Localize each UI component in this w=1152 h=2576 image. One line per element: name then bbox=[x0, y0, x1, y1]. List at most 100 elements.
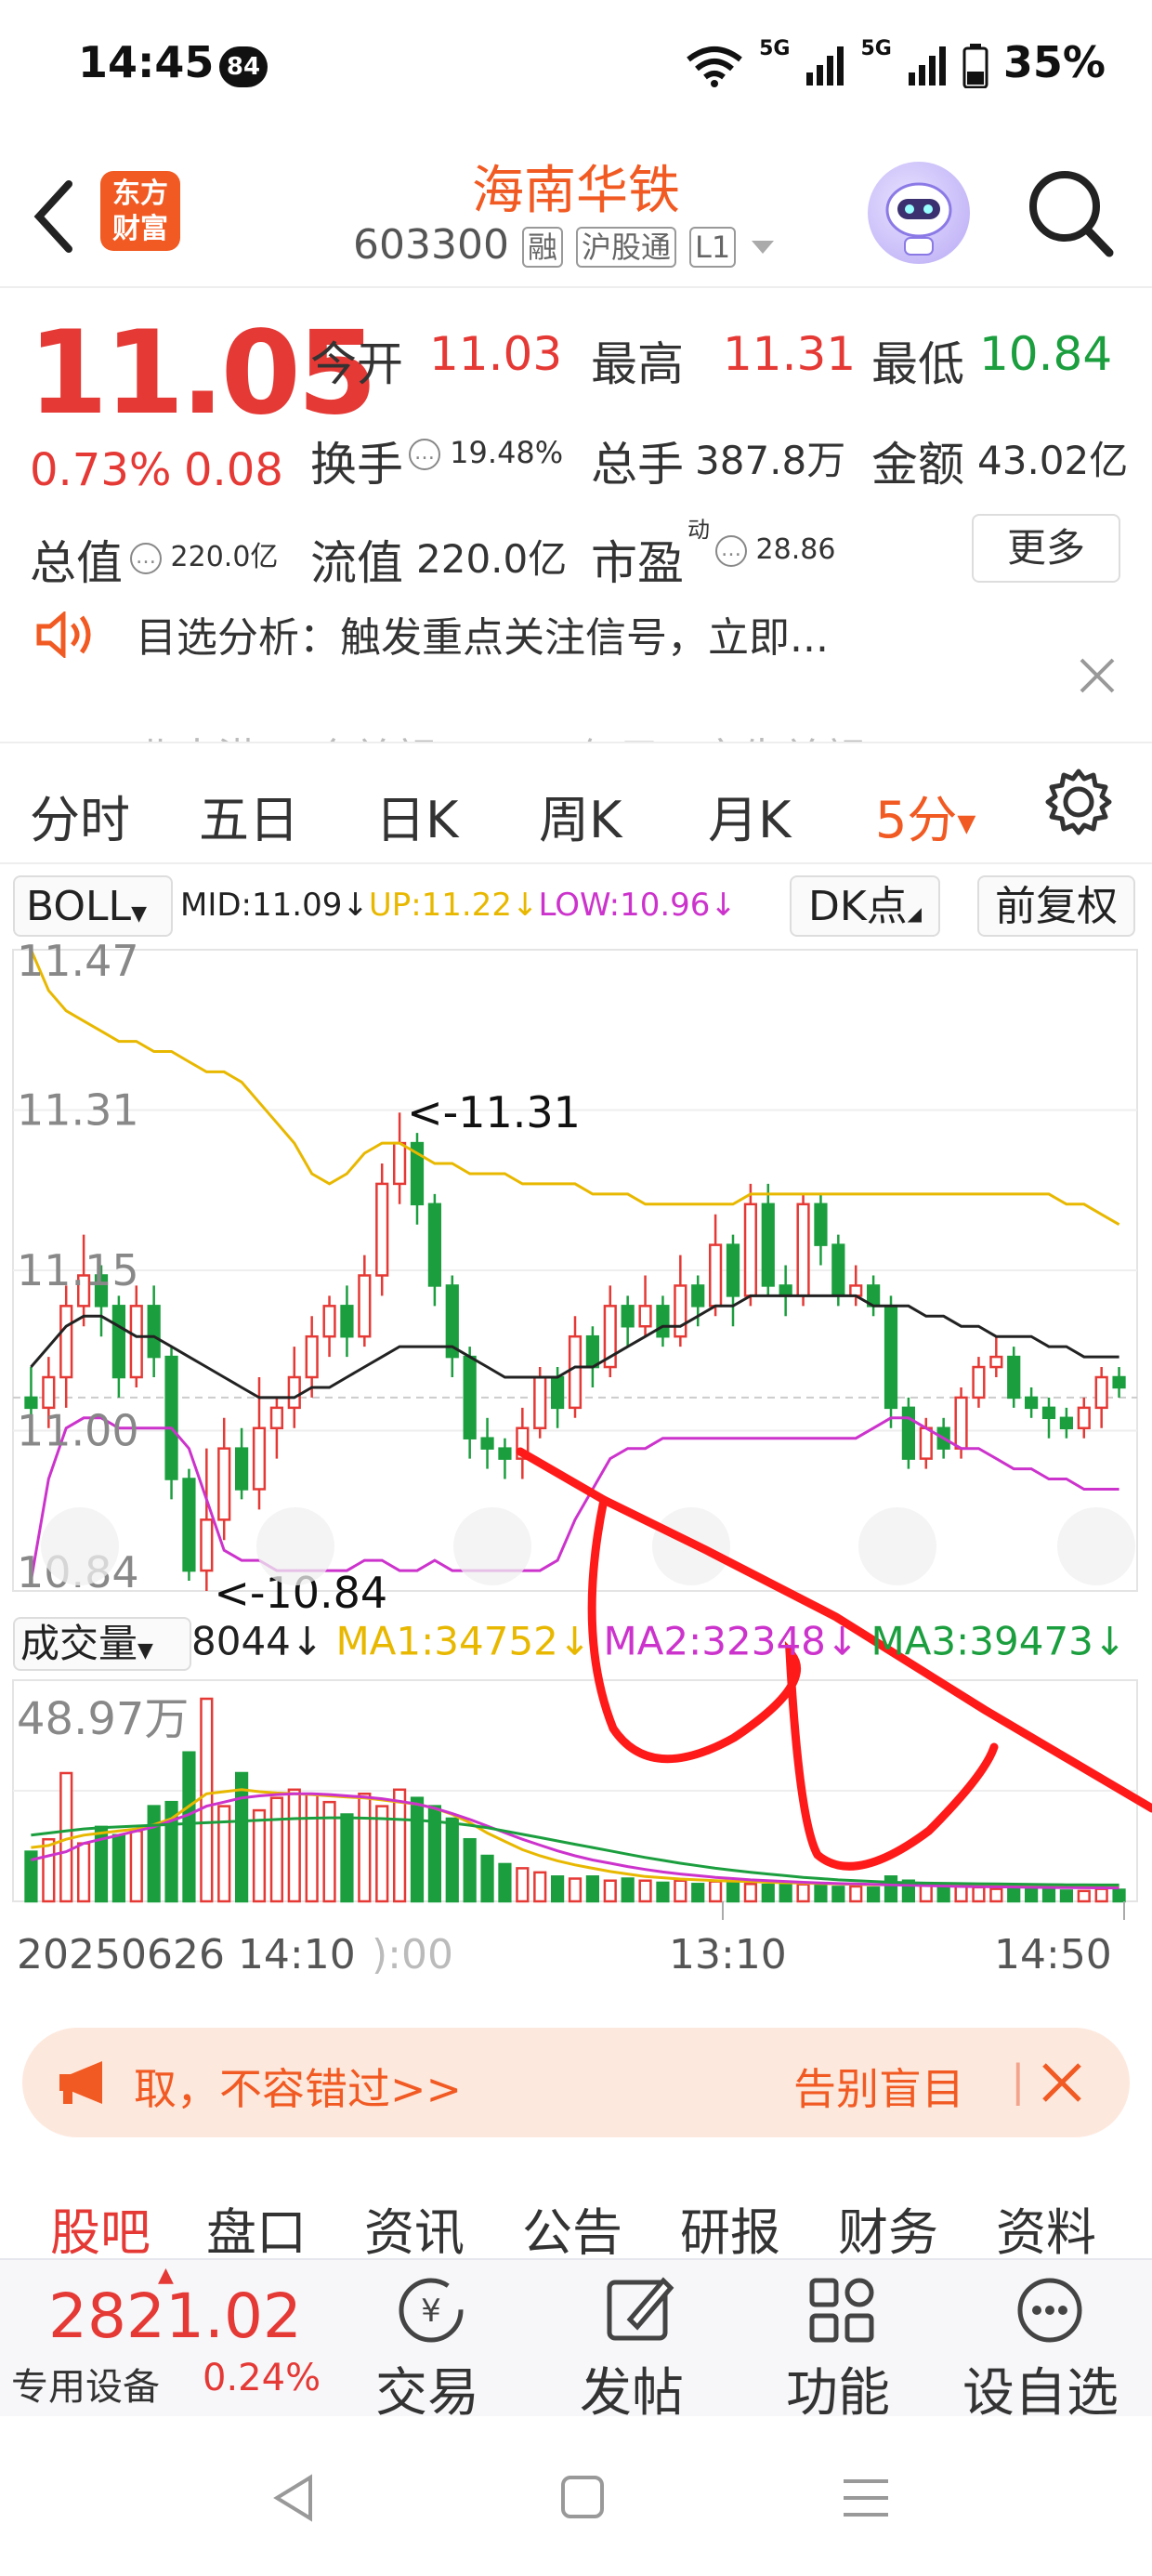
zoom-plus-icon[interactable] bbox=[453, 1507, 531, 1585]
candle-body bbox=[1112, 1375, 1126, 1389]
fullscreen-icon[interactable] bbox=[1057, 1507, 1135, 1585]
back-triangle-icon[interactable] bbox=[269, 2472, 320, 2524]
volume-bar bbox=[972, 1886, 986, 1903]
mcap-value: 220.0亿 bbox=[170, 541, 279, 573]
more-button[interactable]: 更多 bbox=[972, 514, 1120, 583]
boll-up: UP:11.22↓ bbox=[368, 887, 539, 924]
tab-monthly-k[interactable]: 月K bbox=[708, 779, 791, 852]
dk-label: DK点 bbox=[807, 883, 908, 930]
high-value: 11.31 bbox=[723, 327, 857, 381]
candle-body bbox=[585, 1334, 599, 1369]
tab-five-day[interactable]: 五日 bbox=[199, 779, 299, 852]
apps-grid-icon[interactable] bbox=[805, 2273, 879, 2347]
signal-5g-label: 5G bbox=[759, 37, 791, 60]
status-right: 5G 5G 35% bbox=[685, 37, 1106, 88]
candle-body bbox=[989, 1355, 1003, 1369]
float-label: 流值 bbox=[310, 536, 403, 590]
candle-body bbox=[638, 1305, 652, 1328]
price-axis-label: 11.00 bbox=[17, 1406, 139, 1456]
volume-bar bbox=[674, 1879, 687, 1903]
volume-bar bbox=[129, 1830, 143, 1903]
volume-bar bbox=[936, 1884, 950, 1903]
volume-ma1: MA1:34752↓ bbox=[335, 1618, 592, 1664]
volume-bar bbox=[1077, 1889, 1091, 1903]
toolbar-post[interactable]: 发帖 bbox=[580, 2351, 684, 2426]
candle-body bbox=[533, 1375, 547, 1430]
tab-announcement[interactable]: 公告 bbox=[522, 2191, 622, 2265]
volume-indicator-select[interactable]: 成交量▼ bbox=[13, 1617, 191, 1671]
candle-body bbox=[217, 1447, 231, 1521]
home-square-icon[interactable] bbox=[559, 2474, 606, 2520]
candle-body bbox=[235, 1447, 249, 1491]
candle-body bbox=[200, 1518, 214, 1572]
tag-connect: 沪股通 bbox=[575, 227, 676, 268]
volume-ma2: MA2:32348↓ bbox=[603, 1618, 859, 1664]
indicator-select[interactable]: BOLL▼ bbox=[13, 875, 173, 937]
stock-code-line[interactable]: 603300 融 沪股通 L1 bbox=[353, 221, 777, 269]
caret-down-icon: ▼ bbox=[957, 809, 976, 838]
adjust-button[interactable]: 前复权 bbox=[977, 875, 1135, 937]
pe-info[interactable]: … 28.86 bbox=[715, 533, 835, 567]
tab-daily-k[interactable]: 日K bbox=[375, 779, 458, 852]
gear-icon[interactable] bbox=[1044, 768, 1113, 836]
volume-bar bbox=[445, 1817, 459, 1903]
tab-pankou[interactable]: 盘口 bbox=[206, 2191, 307, 2265]
volume-value: 387.8万 bbox=[695, 438, 846, 483]
price-axis-label: 11.47 bbox=[17, 939, 139, 986]
turnover-value: 19.48% bbox=[450, 435, 564, 470]
boll-values: MID:11.09↓UP:11.22↓LOW:10.96↓ bbox=[180, 887, 737, 924]
tab-guba[interactable]: 股吧 bbox=[50, 2191, 151, 2265]
promo-banner[interactable]: 取，不容错过>> 告别盲目 | bbox=[22, 2028, 1130, 2137]
open-value: 11.03 bbox=[429, 327, 563, 381]
tab-finance[interactable]: 财务 bbox=[838, 2191, 938, 2265]
volume-bar bbox=[200, 1697, 214, 1903]
volume-label: 总手 bbox=[591, 438, 684, 492]
toolbar-functions[interactable]: 功能 bbox=[786, 2351, 890, 2426]
candle-body bbox=[147, 1305, 161, 1359]
toolbar-trade[interactable]: 交易 bbox=[375, 2351, 479, 2426]
volume-bar bbox=[743, 1883, 757, 1903]
scroll-right-icon[interactable] bbox=[858, 1507, 936, 1585]
zoom-minus-icon[interactable] bbox=[256, 1507, 334, 1585]
volume-bar bbox=[796, 1883, 810, 1903]
tab-weekly-k[interactable]: 周K bbox=[539, 779, 622, 852]
close-icon[interactable] bbox=[1076, 654, 1119, 697]
post-icon[interactable] bbox=[602, 2273, 676, 2347]
analysis-banner[interactable]: 目选分析：触发重点关注信号，立即... 北大港 三个关额 1.500 亿元，产生… bbox=[0, 604, 1152, 743]
status-bar: 14:45 84 5G 5G 35% bbox=[0, 0, 1152, 139]
price-axis-label: 11.31 bbox=[17, 1085, 139, 1136]
tab-news[interactable]: 资讯 bbox=[364, 2191, 465, 2265]
mcap-info[interactable]: … 220.0亿 bbox=[130, 533, 278, 574]
banner-text: 目选分析：触发重点关注信号，立即... bbox=[136, 614, 829, 662]
candle-body bbox=[849, 1284, 863, 1297]
volume-bar bbox=[463, 1837, 477, 1903]
robot-avatar-icon[interactable] bbox=[868, 162, 970, 264]
recents-menu-icon[interactable] bbox=[840, 2476, 892, 2520]
tab-intraday[interactable]: 分时 bbox=[30, 779, 130, 852]
promo-text: 取，不容错过>> bbox=[134, 2064, 463, 2114]
indicator-name: BOLL bbox=[26, 883, 132, 930]
tab-research[interactable]: 研报 bbox=[680, 2191, 780, 2265]
candle-body bbox=[779, 1284, 792, 1297]
volume-bar bbox=[621, 1877, 635, 1903]
kline-chart[interactable]: 11.4711.3111.1511.0010.84<-11.31<-10.844… bbox=[0, 939, 1152, 2007]
signal-5g-label-2: 5G bbox=[860, 37, 892, 60]
signal-icon-2 bbox=[908, 46, 946, 85]
industry-index[interactable]: ▲ 2821.02 专用设备 0.24% bbox=[0, 2264, 353, 2412]
candle-body bbox=[164, 1355, 178, 1480]
dk-point-button[interactable]: DK点◢ bbox=[790, 875, 940, 937]
volume-bar bbox=[1007, 1886, 1021, 1903]
stock-name: 海南华铁 bbox=[472, 161, 680, 221]
tab-profile[interactable]: 资料 bbox=[996, 2191, 1096, 2265]
candle-body bbox=[919, 1426, 933, 1460]
zoom-out-double-left-icon[interactable] bbox=[41, 1507, 119, 1585]
index-value: 2821.02 bbox=[48, 2280, 302, 2352]
tab-5min[interactable]: 5分▼ bbox=[875, 779, 975, 852]
more-dots-icon[interactable] bbox=[1013, 2273, 1087, 2347]
volume-axis-label: 48.97万 bbox=[17, 1693, 189, 1745]
close-icon[interactable] bbox=[1041, 2061, 1083, 2104]
turnover-info[interactable]: … 19.48% bbox=[409, 435, 563, 470]
toolbar-add-watchlist[interactable]: 设自选 bbox=[962, 2351, 1119, 2426]
volume-ma3: MA3:39473↓ bbox=[871, 1618, 1127, 1664]
trade-icon[interactable]: ¥ bbox=[394, 2273, 468, 2347]
